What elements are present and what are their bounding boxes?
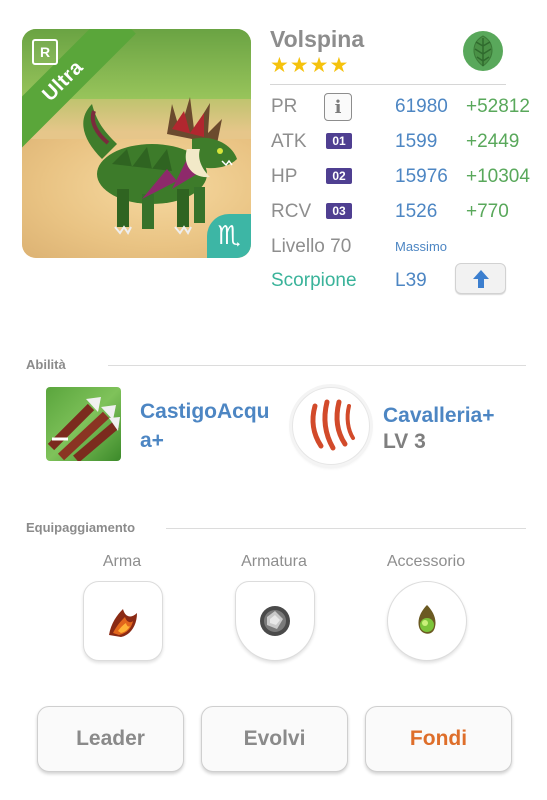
- fuse-button[interactable]: Fondi: [365, 706, 512, 772]
- hp-bonus: +10304: [466, 166, 530, 187]
- rcv-value: 1526: [395, 201, 438, 222]
- abilities-divider: [108, 365, 526, 366]
- leaf-icon: [463, 31, 503, 71]
- monster-name: Volspina: [270, 26, 365, 52]
- atk-badge: 01: [326, 133, 352, 149]
- zodiac-scorpio-icon: ♏: [207, 214, 251, 258]
- accessory-label: Accessorio: [386, 553, 466, 570]
- equipment-title: Equipaggiamento: [26, 520, 136, 535]
- star-rating: ★★★★: [270, 53, 350, 77]
- arrows-icon[interactable]: [46, 387, 121, 461]
- stone-orb-icon: [260, 606, 290, 636]
- armor-slot[interactable]: [235, 581, 315, 661]
- pr-label: PR: [271, 96, 298, 117]
- weapon-slot[interactable]: [83, 581, 163, 661]
- claw-icon[interactable]: [292, 387, 370, 465]
- hp-value: 15976: [395, 166, 448, 187]
- abilities-title: Abilità: [26, 357, 66, 372]
- level-label: Livello 70: [271, 236, 352, 257]
- accessory-slot[interactable]: [387, 581, 467, 661]
- evolve-button[interactable]: Evolvi: [201, 706, 348, 772]
- atk-value: 1599: [395, 131, 438, 152]
- level-max-note: Massimo: [395, 239, 448, 254]
- header-divider: [270, 84, 506, 85]
- pr-value: 61980: [395, 96, 448, 117]
- arrow-up-icon: [472, 269, 489, 288]
- skill1-name-line2: a+: [140, 429, 164, 452]
- rank-badge: R: [32, 39, 58, 65]
- rcv-label: RCV: [271, 201, 312, 222]
- skill2-name[interactable]: Cavalleria+: [383, 401, 495, 430]
- hp-badge: 02: [326, 168, 352, 184]
- leader-button[interactable]: Leader: [37, 706, 184, 772]
- skill1-name[interactable]: CastigoAcqu a+: [140, 397, 290, 455]
- monster-portrait[interactable]: Ultra R ♏: [22, 29, 251, 258]
- upgrade-button[interactable]: [455, 263, 506, 294]
- atk-label: ATK: [271, 131, 307, 152]
- skill1-name-line1: CastigoAcqu: [140, 400, 270, 423]
- rcv-badge: 03: [326, 203, 352, 219]
- armor-label: Armatura: [241, 553, 307, 570]
- zodiac-level: L39: [395, 270, 427, 291]
- fire-claw-icon: [109, 609, 137, 637]
- rcv-bonus: +770: [466, 201, 509, 222]
- weapon-label: Arma: [102, 553, 142, 570]
- hp-label: HP: [271, 166, 298, 187]
- zodiac-sign-label: Scorpione: [271, 270, 357, 291]
- info-icon[interactable]: i: [324, 93, 352, 121]
- atk-bonus: +2449: [466, 131, 520, 152]
- equipment-divider: [166, 528, 526, 529]
- pr-bonus: +52812: [466, 96, 530, 117]
- green-gem-icon: [418, 605, 436, 634]
- skill2-level: LV 3: [383, 430, 426, 453]
